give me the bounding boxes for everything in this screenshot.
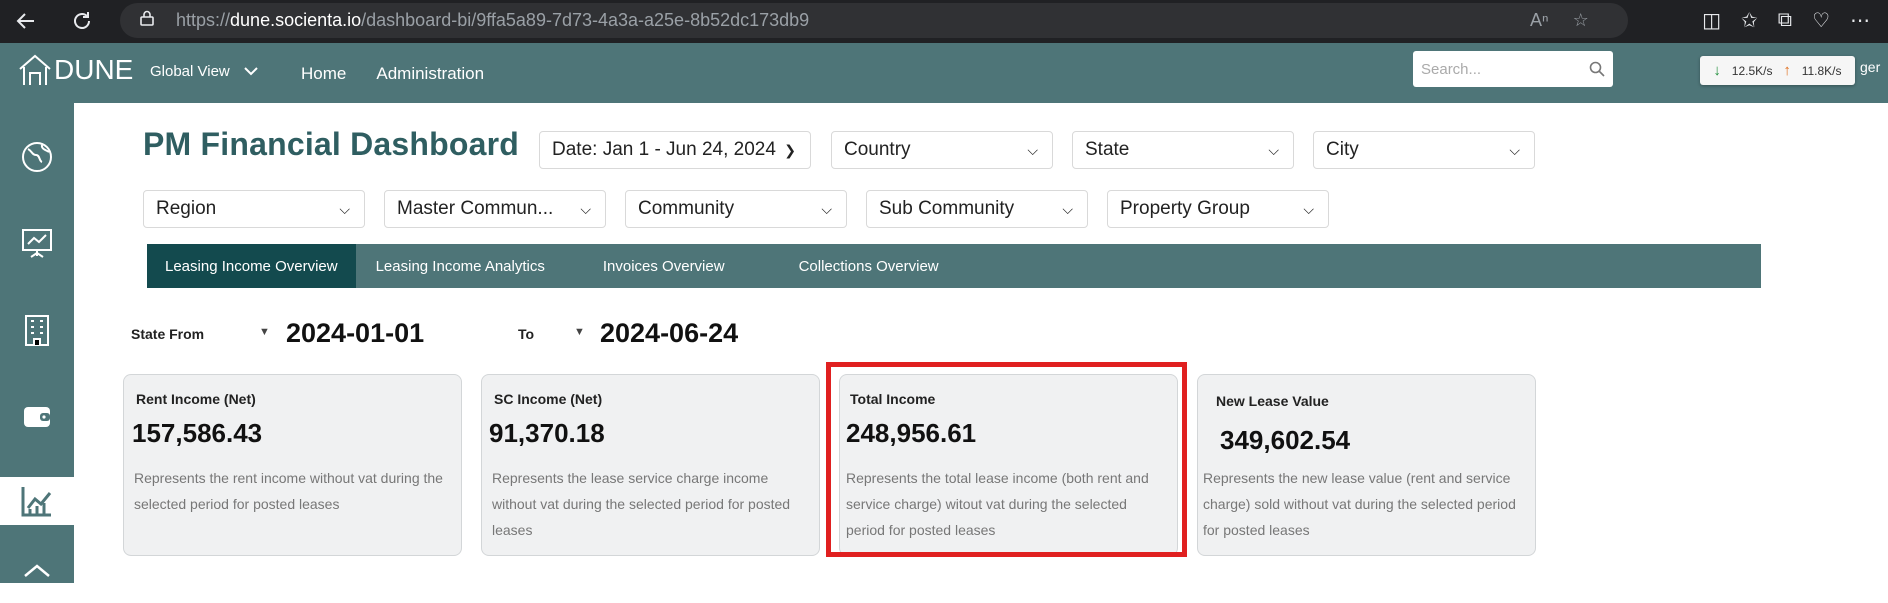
sub-community-filter[interactable]: Sub Community ⌵ <box>866 190 1088 228</box>
from-date-value[interactable]: 2024-01-01 <box>286 318 424 349</box>
date-filter[interactable]: Date: Jan 1 - Jun 24, 2024 ❯ <box>539 131 811 169</box>
property-group-filter[interactable]: Property Group ⌵ <box>1107 190 1329 228</box>
chevron-down-icon: ⌵ <box>821 200 832 217</box>
sidebar-item-home[interactable] <box>0 551 74 603</box>
page-title: PM Financial Dashboard <box>143 126 520 162</box>
chevron-down-icon: ⌵ <box>1303 200 1314 217</box>
home-icon <box>24 564 50 577</box>
nav-administration[interactable]: Administration <box>376 64 484 84</box>
highlight-box <box>826 362 1187 557</box>
dashboard-tabs: Leasing Income Overview Leasing Income A… <box>147 244 1761 288</box>
url-path: /dashboard-bi/9ffa5a89-7d73-4a3a-a25e-8b… <box>361 10 810 30</box>
address-bar[interactable]: https://dune.socienta.io/dashboard-bi/9f… <box>120 3 1628 38</box>
card-description: Represents the rent income without vat d… <box>134 470 443 512</box>
sidebar-item-wallet[interactable] <box>0 391 74 443</box>
wallet-icon <box>24 407 50 427</box>
chevron-down-icon: ⌵ <box>1268 141 1279 158</box>
chevron-down-icon: ⌵ <box>339 200 350 217</box>
country-filter[interactable]: Country ⌵ <box>831 131 1053 169</box>
region-filter[interactable]: Region ⌵ <box>143 190 365 228</box>
sidebar-item-presentation[interactable] <box>0 217 74 269</box>
sidebar-item-buildings[interactable] <box>0 304 74 356</box>
search-input[interactable]: Search... <box>1413 51 1613 87</box>
chart-icon <box>21 487 52 517</box>
app-header: DUNE Global View Home Administration Sea… <box>0 43 1888 103</box>
presentation-icon <box>22 229 52 258</box>
browser-toolbar: https://dune.socienta.io/dashboard-bi/9f… <box>0 0 1888 43</box>
chevron-down-icon <box>244 67 258 76</box>
favorite-star-icon[interactable]: ☆ <box>1573 10 1589 31</box>
chevron-down-icon: ⌵ <box>1062 200 1073 217</box>
tab-collections-overview[interactable]: Collections Overview <box>781 244 957 288</box>
reload-icon[interactable] <box>62 3 102 39</box>
more-menu-icon[interactable]: ⋯ <box>1850 8 1870 33</box>
tab-leasing-income-analytics[interactable]: Leasing Income Analytics <box>356 244 585 288</box>
global-view-dropdown[interactable]: Global View <box>150 63 258 80</box>
read-aloud-icon[interactable]: Aⁿ <box>1530 10 1549 31</box>
chevron-down-icon: ⌵ <box>1509 141 1520 158</box>
caret-down-icon[interactable]: ▼ <box>259 326 270 338</box>
lock-icon <box>140 10 162 31</box>
card-description: Represents the lease service charge inco… <box>492 470 791 538</box>
browser-health-icon[interactable]: ♡ <box>1812 8 1830 33</box>
state-from-label: State From <box>131 326 205 342</box>
kpi-card-sc-income: SC Income (Net) 91,370.18 Represents the… <box>481 374 820 556</box>
tab-invoices-overview[interactable]: Invoices Overview <box>585 244 781 288</box>
chevron-down-icon: ⌵ <box>580 200 591 217</box>
tab-leasing-income-overview[interactable]: Leasing Income Overview <box>147 244 356 288</box>
card-value: 157,586.43 <box>132 418 263 448</box>
to-date-value[interactable]: 2024-06-24 <box>600 318 738 349</box>
dune-logo[interactable]: DUNE <box>18 53 133 87</box>
card-title: New Lease Value <box>1216 393 1329 409</box>
search-icon[interactable] <box>1589 61 1605 77</box>
url-domain: dune.socienta.io <box>230 10 362 30</box>
kpi-card-rent-income: Rent Income (Net) 157,586.43 Represents … <box>123 374 462 556</box>
card-description: Represents the new lease value (rent and… <box>1203 470 1516 538</box>
caret-down-icon[interactable]: ▼ <box>574 326 585 338</box>
upload-arrow-icon: ↑ <box>1783 62 1791 79</box>
upload-speed: 11.8K/s <box>1801 63 1842 78</box>
building-icon <box>25 315 49 346</box>
split-screen-icon[interactable]: ◫ <box>1702 8 1721 33</box>
state-filter[interactable]: State ⌵ <box>1072 131 1294 169</box>
chevron-down-icon: ⌵ <box>1027 141 1038 158</box>
card-title: Rent Income (Net) <box>136 391 256 407</box>
url-prefix: https:// <box>176 10 231 30</box>
favorites-icon[interactable]: ✩ <box>1741 8 1758 33</box>
download-arrow-icon: ↓ <box>1713 62 1721 79</box>
nav-home[interactable]: Home <box>301 64 346 84</box>
collections-icon[interactable]: ⧉ <box>1778 9 1792 32</box>
city-filter[interactable]: City ⌵ <box>1313 131 1535 169</box>
download-speed: 12.5K/s <box>1731 63 1773 78</box>
sidebar-item-analytics[interactable] <box>0 477 74 525</box>
back-icon[interactable] <box>6 3 46 39</box>
building-logo-icon <box>19 54 51 85</box>
to-label: To <box>518 326 535 342</box>
network-speed-widget: ↓ 12.5K/s ↑ 11.8K/s <box>1700 56 1855 85</box>
kpi-card-new-lease-value: New Lease Value 349,602.54 Represents th… <box>1197 374 1536 556</box>
community-filter[interactable]: Community ⌵ <box>625 190 847 228</box>
sidebar <box>0 103 74 583</box>
sidebar-item-globe[interactable] <box>0 131 74 183</box>
card-value: 91,370.18 <box>489 418 605 448</box>
card-value: 349,602.54 <box>1220 425 1351 455</box>
user-name-partial[interactable]: ger <box>1860 59 1880 75</box>
chevron-down-icon: ❯ <box>784 141 796 158</box>
card-title: SC Income (Net) <box>494 391 603 407</box>
master-community-filter[interactable]: Master Commun... ⌵ <box>384 190 606 228</box>
globe-icon <box>22 142 52 172</box>
